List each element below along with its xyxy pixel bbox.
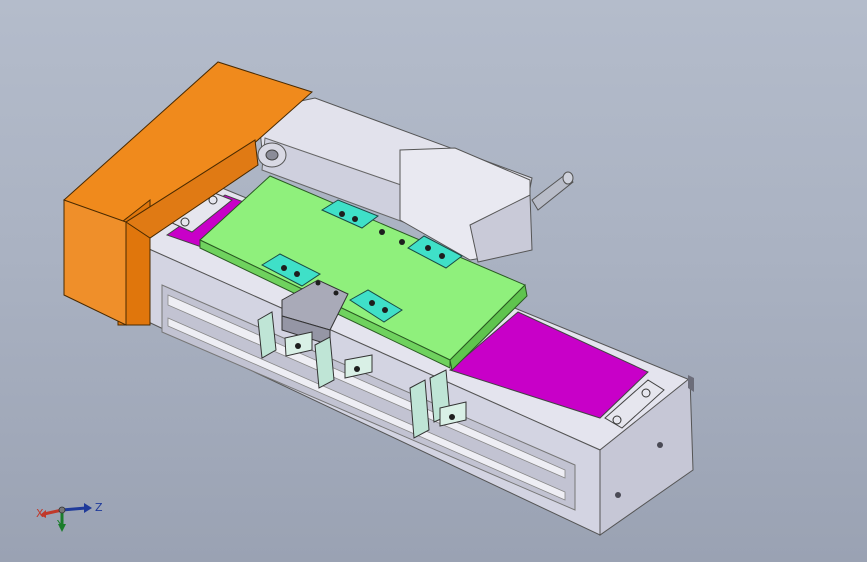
z-axis-label: Z [95,501,103,514]
triad-axes-icon [40,503,92,532]
3d-viewport[interactable]: X Y Z [0,0,867,562]
motor-shaft[interactable] [531,171,574,211]
view-orientation-triad[interactable]: X Y Z [32,490,112,540]
y-axis-label: Y [57,518,64,531]
x-axis-label: X [36,507,44,520]
linear-module-model[interactable] [0,0,867,562]
